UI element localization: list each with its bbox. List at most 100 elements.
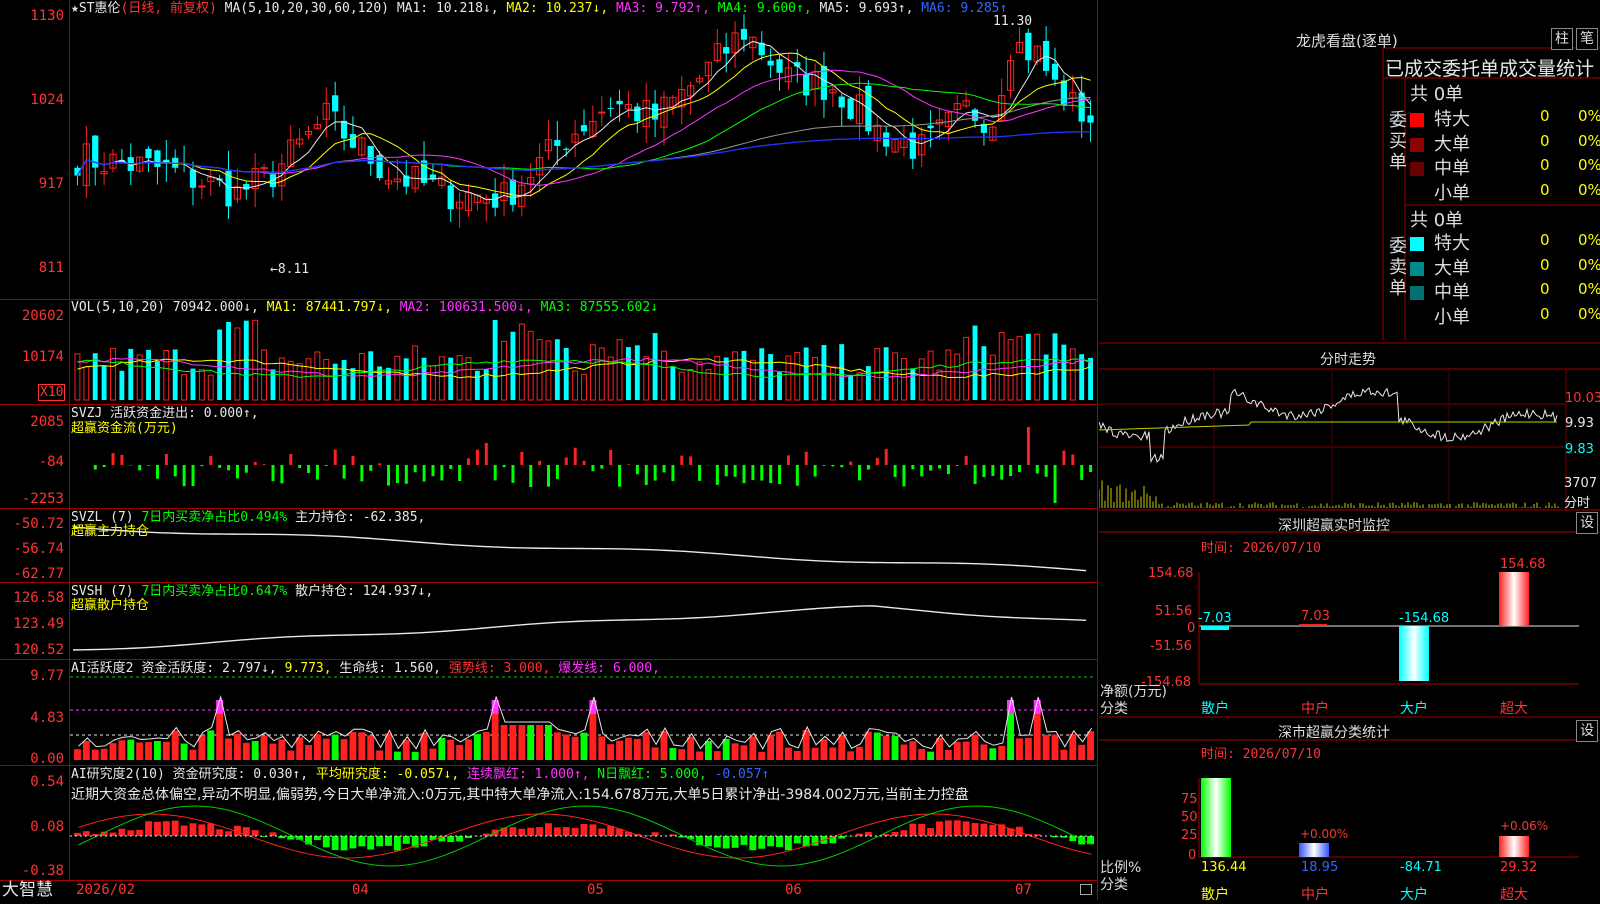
buy-row-2: 中单00% [1410,154,1470,180]
y-tick: 123.49 [0,616,64,632]
cat-medium: 中户 [1301,698,1329,718]
x-axis-label: 05 [587,882,604,898]
value-super: 29.32 [1500,860,1537,875]
main-chart-header: ★ST惠伦(日线, 前复权) MA(5,10,20,30,60,120) MA1… [71,1,1007,17]
class-bar [1499,836,1529,857]
sell-order-label: 委卖单 [1388,236,1408,299]
color-swatch [1410,262,1424,276]
y-tick: 120.52 [0,642,64,658]
cat-super: 超大 [1500,698,1528,718]
cat-retail: 散户 [1201,884,1229,904]
svzj-value: 活跃资金进出: 0.000↑, [110,406,258,421]
right-panel [1099,0,1600,900]
high-marker: 11.30 [993,14,1032,30]
svzl-line [73,527,1086,571]
buy-row-0: 特大00% [1410,105,1470,131]
buy-row-1: 大单00% [1410,130,1470,156]
ai-research-header: AI研究度2(10) 资金研究度: 0.030↑, 平均研究度: -0.057↓… [71,767,769,783]
intraday-title: 分时走势 [1320,349,1376,369]
ma-label: MA(5,10,20,30,60,120) [225,1,389,16]
ai-active-label: AI活跃度2 [71,661,133,676]
pct-label: +0.06% [1500,819,1548,833]
category-label: 分类 [1100,698,1128,718]
row-count: 0 [1540,181,1550,199]
monitor-bar [1299,624,1327,626]
row-percent: 0% [1578,231,1600,249]
row-count: 0 [1540,256,1550,274]
row-count: 0 [1540,156,1550,174]
row-percent: 0% [1578,280,1600,298]
bar-view-button[interactable]: 柱 [1551,28,1573,50]
y-tick: 2085 [0,414,64,430]
vol-unit-badge: X10 [38,384,65,401]
ai-active-v3: 生命线: 1.560, [339,661,441,676]
stock-name[interactable]: ★ST惠伦 [71,1,120,16]
volume-bars[interactable] [75,320,1093,400]
color-swatch [1410,237,1424,251]
intraday-price-low: 9.83 [1565,442,1594,457]
svsh-sub: 超赢散户持仓 [71,598,149,614]
vol-ma1: MA1: 87441.797↓, [267,300,392,315]
ai-active-header: AI活跃度2 资金活跃度: 2.797↓, 9.773, 生命线: 1.560,… [71,661,660,677]
row-name: 特大 [1434,233,1470,254]
ai-active-v2: 9.773, [285,661,332,676]
pen-view-button[interactable]: 笔 [1576,28,1598,50]
settings-button[interactable]: 设 [1576,720,1598,742]
value-retail: 136.44 [1201,860,1247,875]
settings-button[interactable]: 设 [1576,512,1598,534]
sell-row-2: 中单00% [1410,278,1470,304]
color-swatch [1410,138,1424,152]
row-name: 大单 [1434,258,1470,279]
y-tick: -84 [0,454,64,470]
svzl-hold: 主力持仓: -62.385, [295,510,425,525]
ma3-value: MA3: 9.792↑, [616,1,710,16]
y-tick: 20602 [0,308,64,324]
y-tick: 0.00 [0,751,64,767]
ma1-value: MA1: 10.218↓, [397,1,499,16]
value-retail: -7.03 [1198,611,1232,626]
ai-active-v4: 强势线: 3.000, [449,661,551,676]
cat-retail: 散户 [1201,698,1229,718]
svsh-hold: 散户持仓: 124.937↓, [295,584,433,599]
intraday-price-mid: 9.93 [1565,416,1594,431]
row-count: 0 [1540,280,1550,298]
price-chart-canvas[interactable] [0,0,1098,900]
buy-order-label: 委买单 [1388,110,1408,173]
y-tick: 51.56 [1155,604,1192,619]
y-tick: 126.58 [0,590,64,606]
y-tick: 0 [1187,621,1195,636]
y-tick: -2253 [0,491,64,507]
row-name: 小单 [1434,307,1470,328]
lock-icon[interactable] [1080,884,1092,895]
ai-research-v4: N日飘红: 5.000, [597,767,706,782]
ai-active-v1: 资金活跃度: 2.797↓, [141,661,276,676]
left-chart-area[interactable]: ★ST惠伦(日线, 前复权) MA(5,10,20,30,60,120) MA1… [0,0,1098,900]
cat-large: 大户 [1400,884,1428,904]
ai-research-v3: 连续飘红: 1.000↑, [467,767,589,782]
class-bar [1299,843,1329,857]
y-tick: 50 [1181,810,1198,825]
monitor-bar [1201,626,1229,630]
svzj-header: SVZJ 活跃资金进出: 0.000↑, [71,406,259,422]
vol-header: VOL(5,10,20) 70942.000↓, MA1: 87441.797↓… [71,300,658,316]
y-tick: 1024 [0,92,64,108]
x-axis-label: 2026/02 [76,882,135,898]
y-tick: 10174 [0,349,64,365]
cat-super: 超大 [1500,884,1528,904]
ai-research-bars [74,820,1094,850]
sell-row-1: 大单00% [1410,254,1470,280]
value-large: -154.68 [1399,611,1449,626]
vol-ma2: MA2: 100631.500↓, [400,300,533,315]
right-panel-canvas [1099,0,1600,900]
x-axis-label: 07 [1015,882,1032,898]
sz-class-time: 时间: 2026/07/10 [1201,743,1321,762]
row-percent: 0% [1578,107,1600,125]
category-label: 分类 [1100,874,1128,894]
y-tick: 154.68 [1148,566,1194,581]
candlesticks[interactable] [74,14,1093,227]
y-tick: 811 [0,260,64,276]
vol-label: VOL(5,10,20) [71,300,165,315]
y-tick: -62.77 [0,566,64,582]
row-percent: 0% [1578,305,1600,323]
row-count: 0 [1540,231,1550,249]
